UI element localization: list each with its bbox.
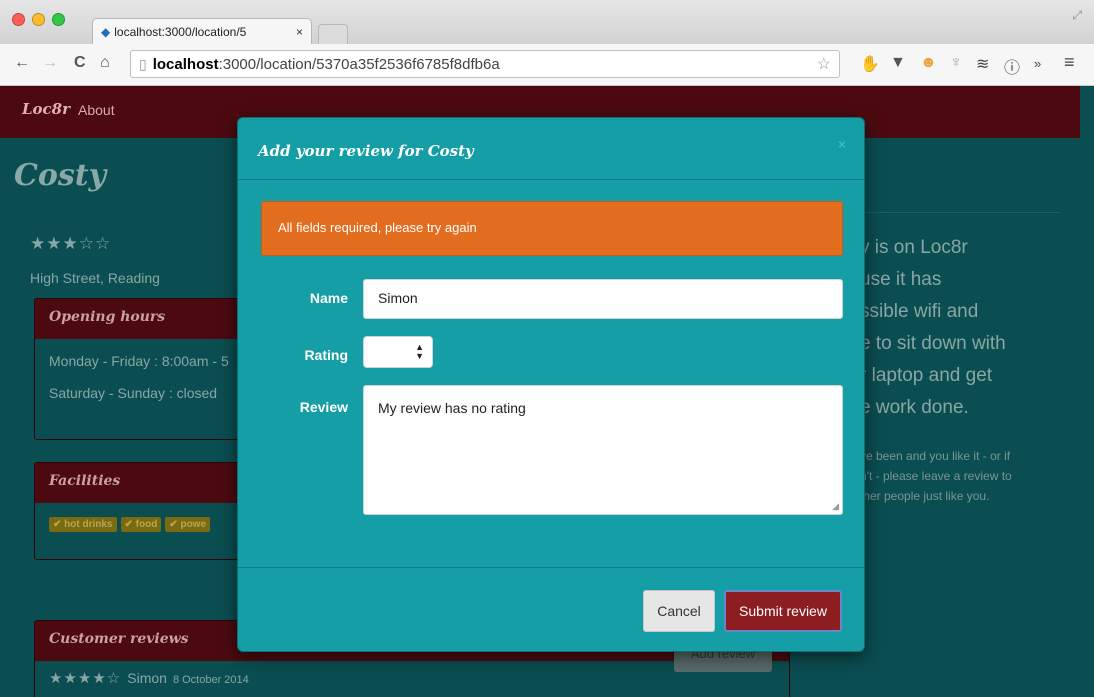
hand-icon[interactable]: ✋ (860, 54, 880, 74)
tab-close-icon[interactable]: × (296, 25, 303, 39)
url-path: :3000/location/5370a35f2536f6785f8dfb6a (218, 55, 500, 73)
cancel-button[interactable]: Cancel (643, 590, 715, 632)
forward-button[interactable]: → (42, 54, 58, 72)
modal-title: Add your review for Costy (258, 142, 474, 160)
review-stars: ★★★★☆ (49, 670, 122, 687)
name-input[interactable]: Simon (363, 279, 843, 319)
rating-select[interactable]: ▲ ▼ (363, 336, 433, 368)
submit-review-button[interactable]: Submit review (724, 590, 842, 632)
minimize-window-button[interactable] (32, 13, 45, 26)
info-icon[interactable]: ⓘ (1004, 54, 1020, 78)
review-label: Review (299, 399, 348, 415)
sidebar-title: y is on Loc8r use it has ssible wifi and… (860, 237, 1006, 418)
home-button[interactable]: ⌂ (100, 54, 110, 72)
review-textarea[interactable]: My review has no rating ◢ (363, 385, 843, 515)
pocket-icon[interactable]: ▼ (890, 54, 906, 72)
review-modal: Add your review for Costy × All fields r… (237, 117, 865, 652)
facility-badge: ✔ powe (165, 517, 211, 532)
pin-icon[interactable]: ♆ (950, 54, 962, 72)
close-window-button[interactable] (12, 13, 25, 26)
tab-title: localhost:3000/location/5 (114, 24, 247, 39)
facility-badge: ✔ hot drinks (49, 517, 117, 532)
sidebar-divider (860, 212, 1060, 213)
layers-icon[interactable]: ≋ (976, 54, 989, 74)
url-host: localhost (152, 55, 219, 73)
back-button[interactable]: ← (14, 54, 30, 72)
review-author: Simon (127, 670, 167, 686)
modal-close-icon[interactable]: × (838, 136, 846, 152)
reload-button[interactable]: C (74, 54, 86, 72)
modal-footer-divider (238, 567, 864, 568)
location-name: Costy (14, 158, 107, 193)
menu-icon[interactable]: ≡ (1064, 52, 1075, 73)
favicon-icon: ◆ (101, 24, 111, 39)
browser-titlebar: ◆ localhost:3000/location/5 × ⤢ (0, 0, 1094, 44)
modal-header: Add your review for Costy × (238, 118, 864, 180)
resize-grip-icon[interactable]: ◢ (832, 501, 839, 512)
select-arrows-icon: ▲ ▼ (415, 342, 424, 361)
brand-logo[interactable]: Loc8r (22, 100, 70, 118)
location-rating-stars: ★★★☆☆ (30, 234, 112, 253)
location-address: High Street, Reading (30, 270, 160, 286)
address-bar[interactable]: ▯ localhost :3000/location/5370a35f2536f… (130, 50, 840, 78)
cat-icon[interactable]: ☻ (920, 54, 937, 72)
sidebar-subtext: ve been and you like it - or if n't - pl… (860, 449, 1012, 503)
error-alert: All fields required, please try again (261, 201, 843, 256)
overflow-icon[interactable]: » (1034, 56, 1041, 71)
browser-toolbar: ← → C ⌂ ▯ localhost :3000/location/5370a… (0, 44, 1094, 86)
maximize-window-button[interactable] (52, 13, 65, 26)
review-textarea-value: My review has no rating (378, 400, 526, 416)
name-label: Name (309, 290, 348, 306)
bookmark-star-icon[interactable]: ☆ (817, 54, 831, 74)
review-date: 8 October 2014 (172, 674, 249, 686)
review-item: ★★★★☆ Simon 8 October 2014 (49, 669, 775, 687)
new-tab-button[interactable] (318, 24, 348, 44)
fullscreen-icon[interactable]: ⤢ (1072, 8, 1082, 23)
page-icon: ▯ (139, 55, 147, 72)
browser-tab[interactable]: ◆ localhost:3000/location/5 × (92, 18, 312, 44)
rating-label: Rating (304, 347, 348, 363)
nav-about-link[interactable]: About (78, 102, 115, 118)
facility-badge: ✔ food (120, 517, 162, 532)
